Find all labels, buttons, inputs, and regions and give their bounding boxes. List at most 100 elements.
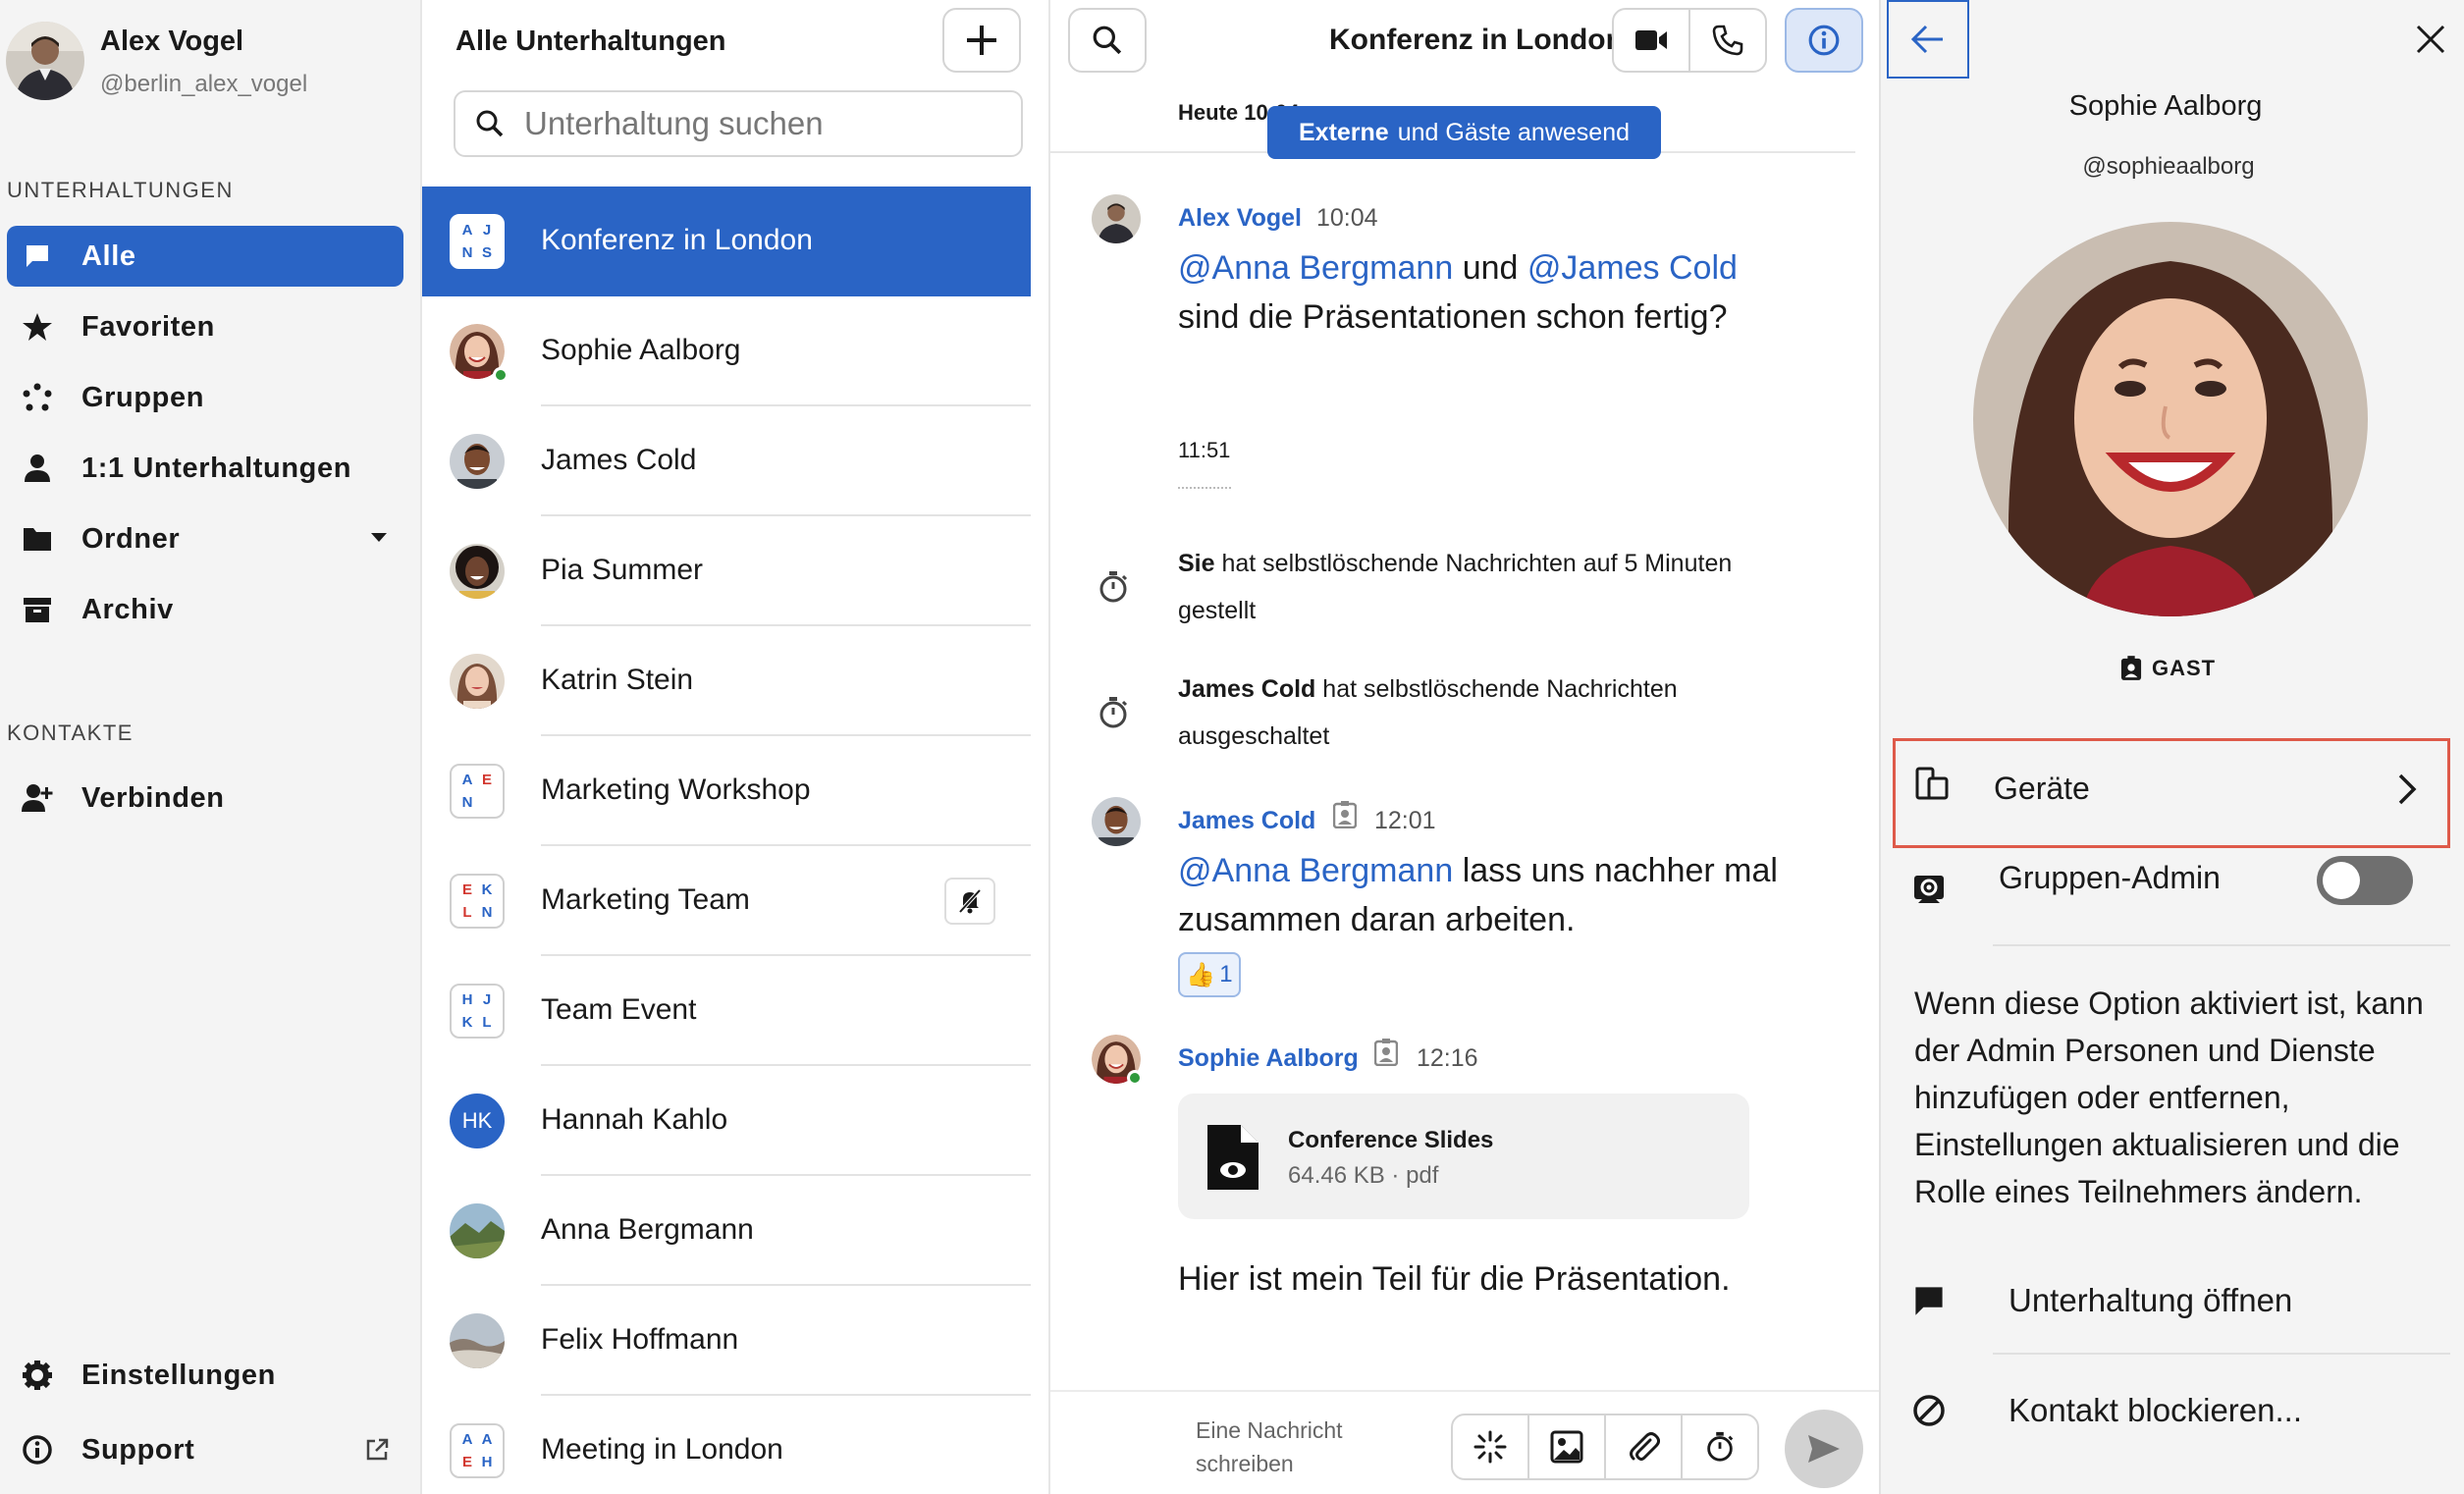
new-conversation-button[interactable] (942, 8, 1021, 73)
conversation-name: Katrin Stein (541, 664, 694, 696)
sidebar: Alex Vogel @berlin_alex_vogel UNTERHALTU… (0, 0, 420, 1494)
sidebar-item-support[interactable]: Support (7, 1419, 403, 1480)
conversation-item[interactable]: EK LN Marketing Team (422, 846, 1031, 956)
contacts-section-header: KONTAKTE (7, 720, 134, 745)
chat-title: Konferenz in London (1329, 24, 1624, 56)
self-destruct-timer-button[interactable] (1681, 1414, 1759, 1480)
sidebar-item-connect[interactable]: Verbinden (7, 768, 403, 828)
file-attachment[interactable]: Conference Slides 64.46 KB · pdf (1178, 1094, 1749, 1219)
attach-file-button[interactable] (1604, 1414, 1683, 1480)
mention[interactable]: @Anna Bergmann (1178, 852, 1453, 889)
system-message: James Cold hat selbstlöschende Nachricht… (1178, 675, 1678, 750)
sidebar-item-folders[interactable]: Ordner (7, 508, 403, 569)
chat-bubble-icon (1912, 1284, 1946, 1317)
user-avatar[interactable] (6, 22, 84, 100)
audio-call-button[interactable] (1688, 8, 1767, 73)
sparkle-icon (1473, 1429, 1508, 1465)
caret-down-icon[interactable] (368, 526, 390, 548)
folder-icon (19, 520, 56, 558)
message-author[interactable]: Alex Vogel (1178, 204, 1302, 233)
close-icon (2415, 24, 2446, 55)
conversation-info-button[interactable] (1785, 8, 1863, 73)
message-author[interactable]: Sophie Aalborg (1178, 1044, 1359, 1073)
sidebar-item-archive[interactable]: Archiv (7, 579, 403, 640)
group-admin-label: Gruppen-Admin (1999, 860, 2221, 895)
arrow-left-icon (1910, 24, 1946, 55)
avatar (450, 434, 505, 489)
mention[interactable]: @Anna Bergmann (1178, 249, 1453, 287)
add-person-icon (19, 779, 56, 817)
sticker-button[interactable] (1451, 1414, 1529, 1480)
participant-name: Sophie Aalborg (2068, 90, 2263, 122)
conversations-section-header: UNTERHALTUNGEN (7, 178, 234, 202)
group-admin-toggle[interactable] (2317, 856, 2413, 905)
close-button[interactable] (2411, 20, 2450, 59)
conversation-item[interactable]: Anna Bergmann (422, 1176, 1031, 1286)
avatar[interactable] (1092, 1035, 1143, 1086)
file-name: Conference Slides (1288, 1127, 1494, 1153)
block-contact-label: Kontakt blockieren... (2009, 1392, 2302, 1428)
sidebar-item-favorites[interactable]: Favoriten (7, 296, 403, 357)
conversation-item[interactable]: AA EH Meeting in London (422, 1396, 1031, 1494)
participant-photo (1973, 222, 2368, 616)
image-icon (1550, 1430, 1583, 1464)
conversation-item[interactable]: AE N Marketing Workshop (422, 736, 1031, 846)
block-icon (1912, 1394, 1946, 1427)
block-contact-action[interactable]: Kontakt blockieren... (1910, 1376, 2450, 1445)
message-author[interactable]: James Cold (1178, 807, 1315, 835)
chevron-right-icon (2396, 773, 2418, 806)
conversation-item[interactable]: HJ KL Team Event (422, 956, 1031, 1066)
message-time: 12:01 (1374, 807, 1436, 834)
sidebar-item-label: Favoriten (81, 310, 215, 343)
conversation-item[interactable]: HK Hannah Kahlo (422, 1066, 1031, 1176)
send-button[interactable] (1785, 1410, 1863, 1488)
search-placeholder: Unterhaltung suchen (524, 105, 824, 141)
chat-search-button[interactable] (1068, 8, 1147, 73)
group-avatar: AE N (450, 764, 505, 819)
conversation-name: Anna Bergmann (541, 1213, 754, 1246)
message-input[interactable]: Eine Nachricht schreiben (1196, 1414, 1353, 1480)
image-upload-button[interactable] (1527, 1414, 1606, 1480)
sidebar-item-one-on-one[interactable]: 1:1 Unterhaltungen (7, 438, 403, 499)
back-button[interactable] (1887, 0, 1969, 79)
person-icon (19, 450, 56, 487)
sidebar-item-label: Archiv (81, 593, 174, 625)
search-icon (1092, 25, 1123, 56)
group-admin-description: Wenn diese Option aktiviert ist, kann de… (1914, 986, 2424, 1209)
conversation-item[interactable]: Pia Summer (422, 516, 1031, 626)
conversation-item[interactable]: AJ NS Konferenz in London (422, 187, 1031, 296)
plus-icon (965, 24, 998, 57)
conversation-name: Team Event (541, 993, 697, 1026)
sidebar-item-settings[interactable]: Einstellungen (7, 1345, 403, 1406)
message-body: @Anna Bergmann und @James Cold sind die … (1178, 249, 1738, 336)
sidebar-item-all[interactable]: Alle (7, 226, 403, 287)
search-icon (475, 109, 505, 138)
avatar[interactable] (1092, 194, 1141, 243)
guests-present-banner: Externe und Gäste anwesend (1267, 106, 1661, 159)
sidebar-item-label: Alle (81, 240, 136, 272)
conversation-search-input[interactable]: Unterhaltung suchen (454, 90, 1023, 157)
conversation-item[interactable]: Felix Hoffmann (422, 1286, 1031, 1396)
conversation-name: Sophie Aalborg (541, 334, 741, 366)
sidebar-item-label: Verbinden (81, 781, 225, 814)
mention[interactable]: @James Cold (1527, 249, 1738, 287)
open-conversation-action[interactable]: Unterhaltung öffnen (1910, 1266, 2450, 1335)
info-icon (1807, 24, 1841, 57)
online-status-dot (493, 367, 509, 383)
reaction-thumbs-up[interactable]: 👍 1 (1178, 952, 1241, 997)
sidebar-item-label: Einstellungen (81, 1359, 276, 1391)
message-time: 10:04 (1316, 204, 1378, 232)
message-body: @Anna Bergmann lass uns nachher mal zusa… (1178, 852, 1778, 938)
conversation-item[interactable]: Sophie Aalborg (422, 296, 1031, 406)
muted-bell-button[interactable] (944, 878, 995, 925)
video-call-button[interactable] (1612, 8, 1690, 73)
file-icon (1207, 1125, 1259, 1190)
sidebar-item-label: Gruppen (81, 381, 205, 413)
devices-row[interactable]: Geräte (1893, 738, 2450, 848)
avatar[interactable] (1092, 797, 1141, 846)
sidebar-item-groups[interactable]: Gruppen (7, 367, 403, 428)
conversation-item[interactable]: Katrin Stein (422, 626, 1031, 736)
conversation-item[interactable]: James Cold (422, 406, 1031, 516)
group-avatar: AA EH (450, 1423, 505, 1478)
avatar (450, 1313, 505, 1368)
